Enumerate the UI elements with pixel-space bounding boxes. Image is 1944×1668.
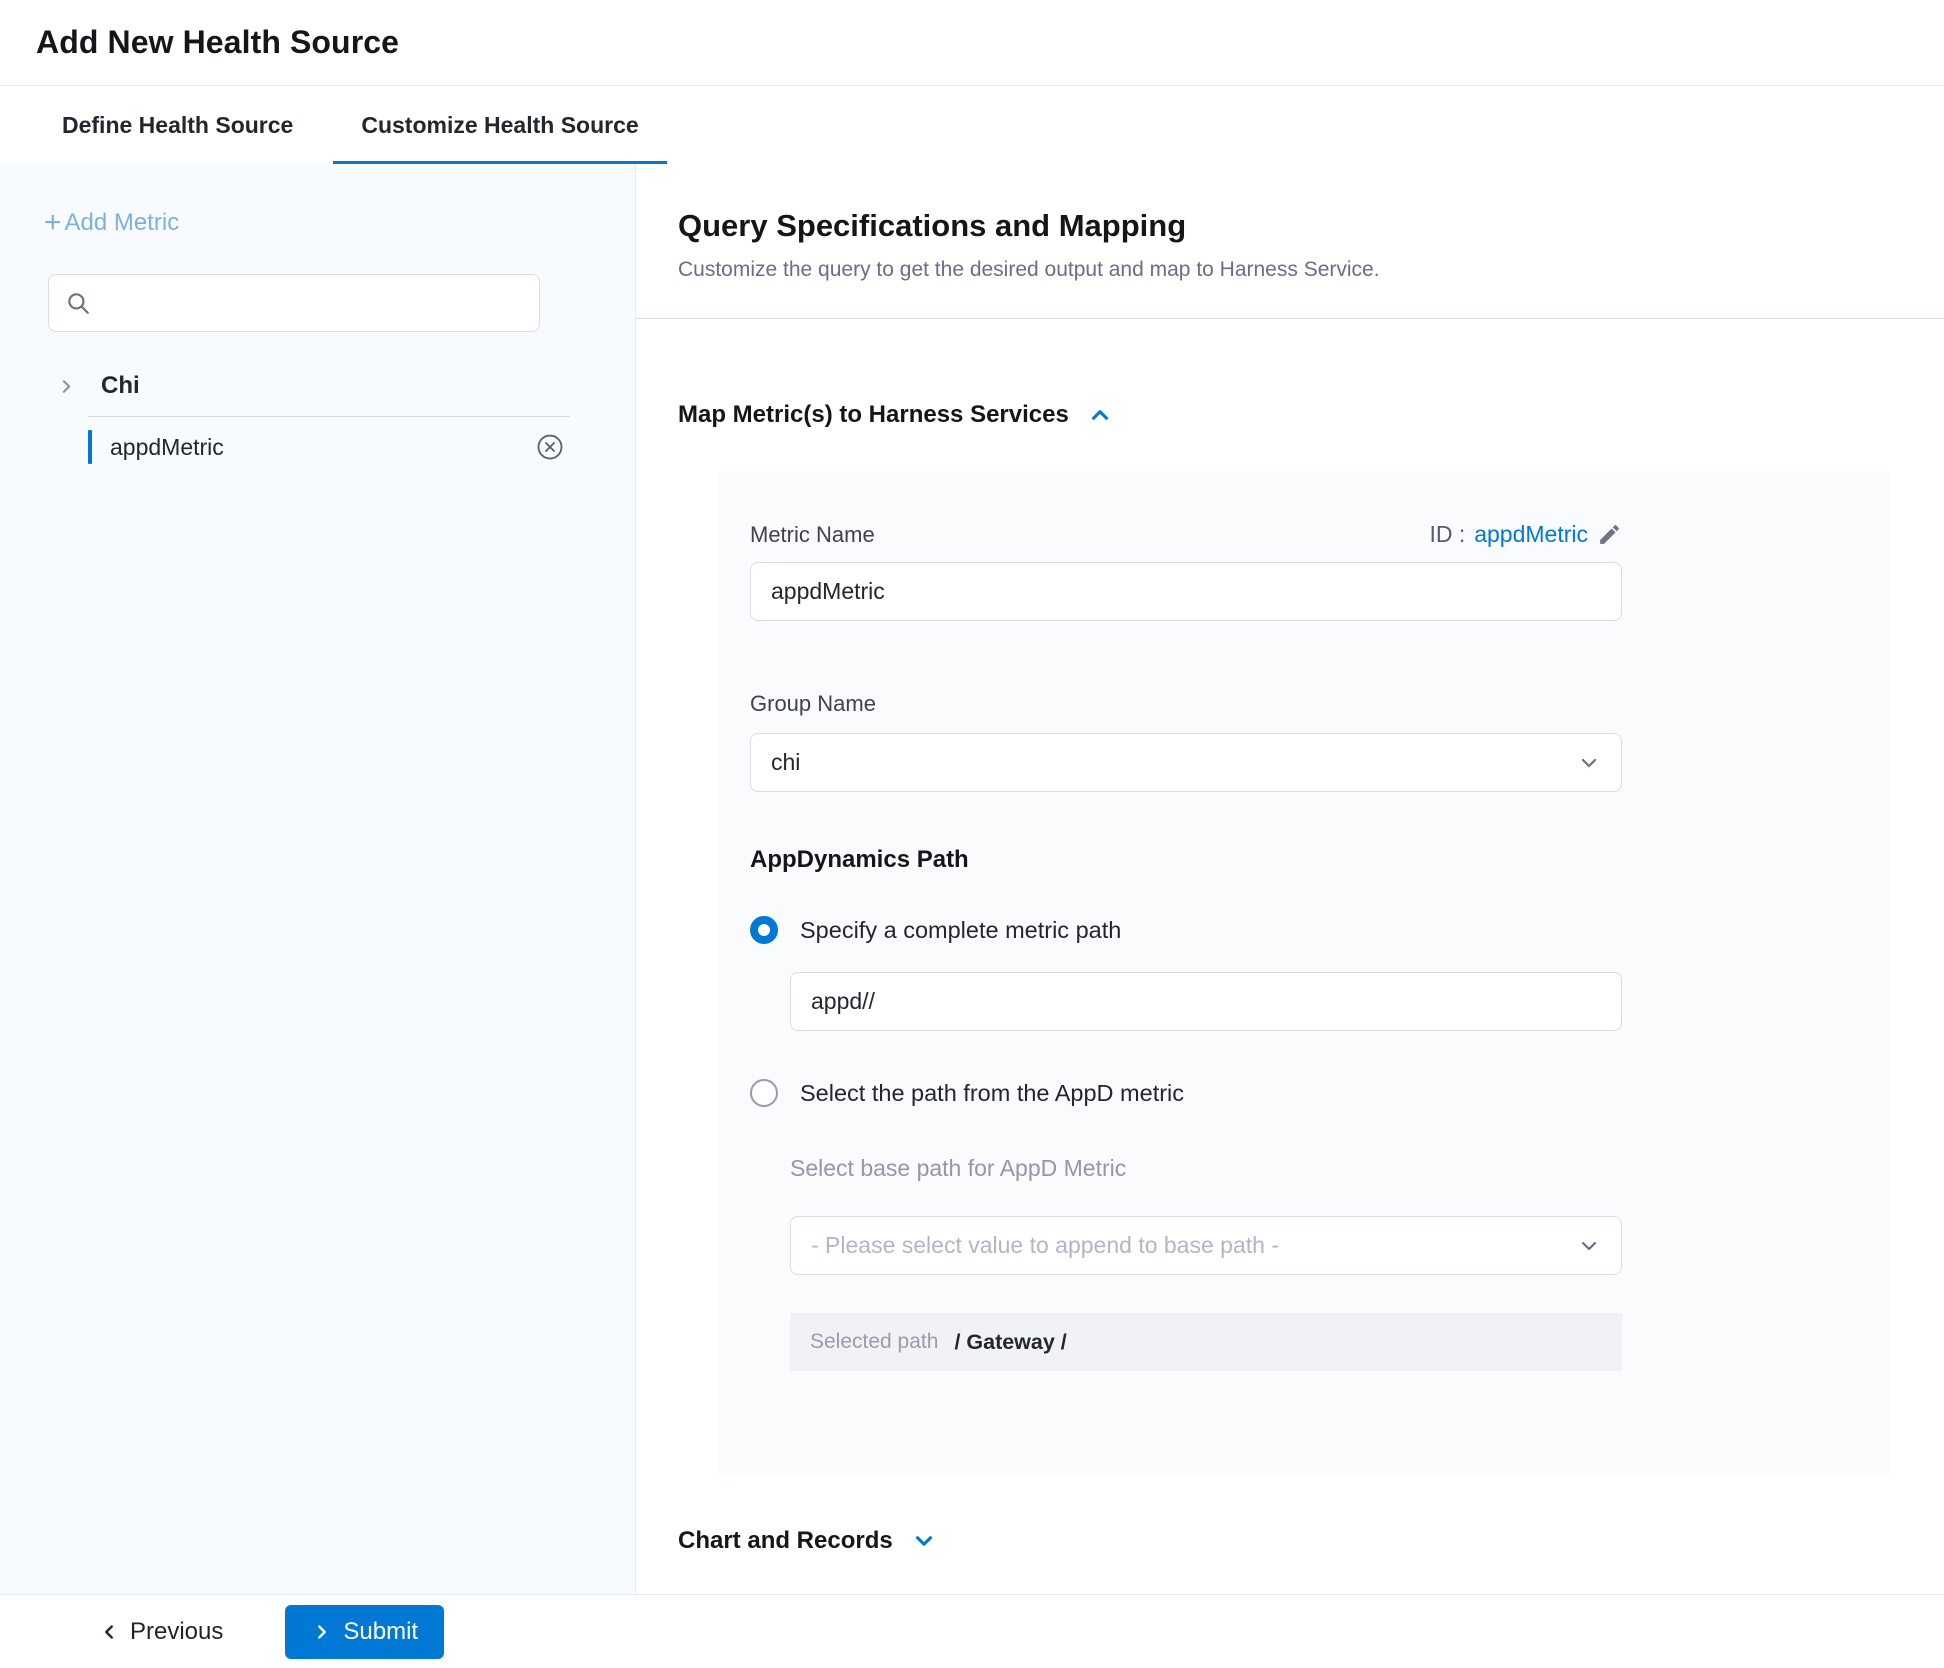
tab-define-health-source[interactable]: Define Health Source [34,86,321,164]
search-icon [65,290,91,316]
chevron-up-icon [1087,402,1113,428]
selected-metric-accent [88,430,92,464]
metric-group-label: Chi [101,372,140,400]
add-metric-label: Add Metric [65,209,180,237]
plus-icon: + [44,208,62,238]
section-subtitle: Customize the query to get the desired o… [678,258,1944,282]
appdynamics-path-label: AppDynamics Path [750,846,1890,874]
section-divider [636,318,1944,319]
chevron-right-icon [311,1621,333,1643]
metrics-sidebar: + Add Metric Chi appdMetric [0,164,636,1594]
map-metrics-section-toggle[interactable]: Map Metric(s) to Harness Services [678,401,1944,429]
complete-metric-path-input[interactable] [790,972,1622,1031]
base-path-select[interactable]: - Please select value to append to base … [790,1216,1622,1275]
metric-item-appdmetric[interactable]: appdMetric [0,417,635,477]
tab-bar: Define Health Source Customize Health So… [0,86,1944,164]
page-title: Add New Health Source [36,24,399,61]
metric-name-input[interactable] [750,562,1622,621]
radio-unselected-icon [750,1079,778,1107]
selected-path-display: Selected path / Gateway / [790,1313,1622,1371]
radio-selected-icon [750,916,778,944]
chevron-down-icon [911,1528,937,1554]
chevron-down-icon [1577,1234,1601,1258]
radio-complete-metric-path-label: Specify a complete metric path [800,917,1121,944]
chart-and-records-label: Chart and Records [678,1527,893,1555]
radio-complete-metric-path[interactable]: Specify a complete metric path [750,916,1890,944]
tab-customize-health-source[interactable]: Customize Health Source [333,86,666,164]
metric-id-prefix: ID : [1429,521,1465,548]
metric-name-label: Metric Name [750,522,875,548]
section-title: Query Specifications and Mapping [678,208,1944,244]
submit-button[interactable]: Submit [285,1605,444,1659]
group-name-value: chi [771,749,800,776]
remove-metric-icon[interactable] [535,432,565,462]
metric-group-chi[interactable]: Chi [56,364,635,408]
chevron-left-icon [98,1621,120,1643]
main-panel: Query Specifications and Mapping Customi… [636,164,1944,1594]
group-name-select[interactable]: chi [750,733,1622,792]
page-header: Add New Health Source [0,0,1944,86]
base-path-label: Select base path for AppD Metric [790,1155,1622,1182]
metric-search-input[interactable] [101,290,523,316]
base-path-placeholder: - Please select value to append to base … [811,1232,1279,1259]
metric-search-box[interactable] [48,274,540,332]
metric-mapping-panel: Metric Name ID : appdMetric Group Name [718,471,1890,1475]
submit-button-label: Submit [343,1618,418,1646]
radio-select-appd-path[interactable]: Select the path from the AppD metric [750,1079,1890,1107]
metric-id-link[interactable]: appdMetric [1474,521,1588,548]
chart-and-records-toggle[interactable]: Chart and Records [678,1527,1944,1555]
metric-item-label: appdMetric [110,434,224,461]
previous-button-label: Previous [130,1618,223,1646]
content-area: + Add Metric Chi appdMetric [0,164,1944,1594]
map-metrics-section-title: Map Metric(s) to Harness Services [678,401,1069,429]
selected-path-label: Selected path [810,1330,938,1354]
group-name-label: Group Name [750,691,1890,717]
edit-icon[interactable] [1597,522,1622,547]
add-metric-button[interactable]: + Add Metric [44,208,635,238]
previous-button[interactable]: Previous [98,1618,223,1646]
footer-bar: Previous Submit [0,1594,1944,1668]
chevron-right-icon [56,376,77,397]
radio-select-appd-path-label: Select the path from the AppD metric [800,1080,1184,1107]
selected-path-value: / Gateway / [954,1330,1066,1355]
chevron-down-icon [1577,751,1601,775]
